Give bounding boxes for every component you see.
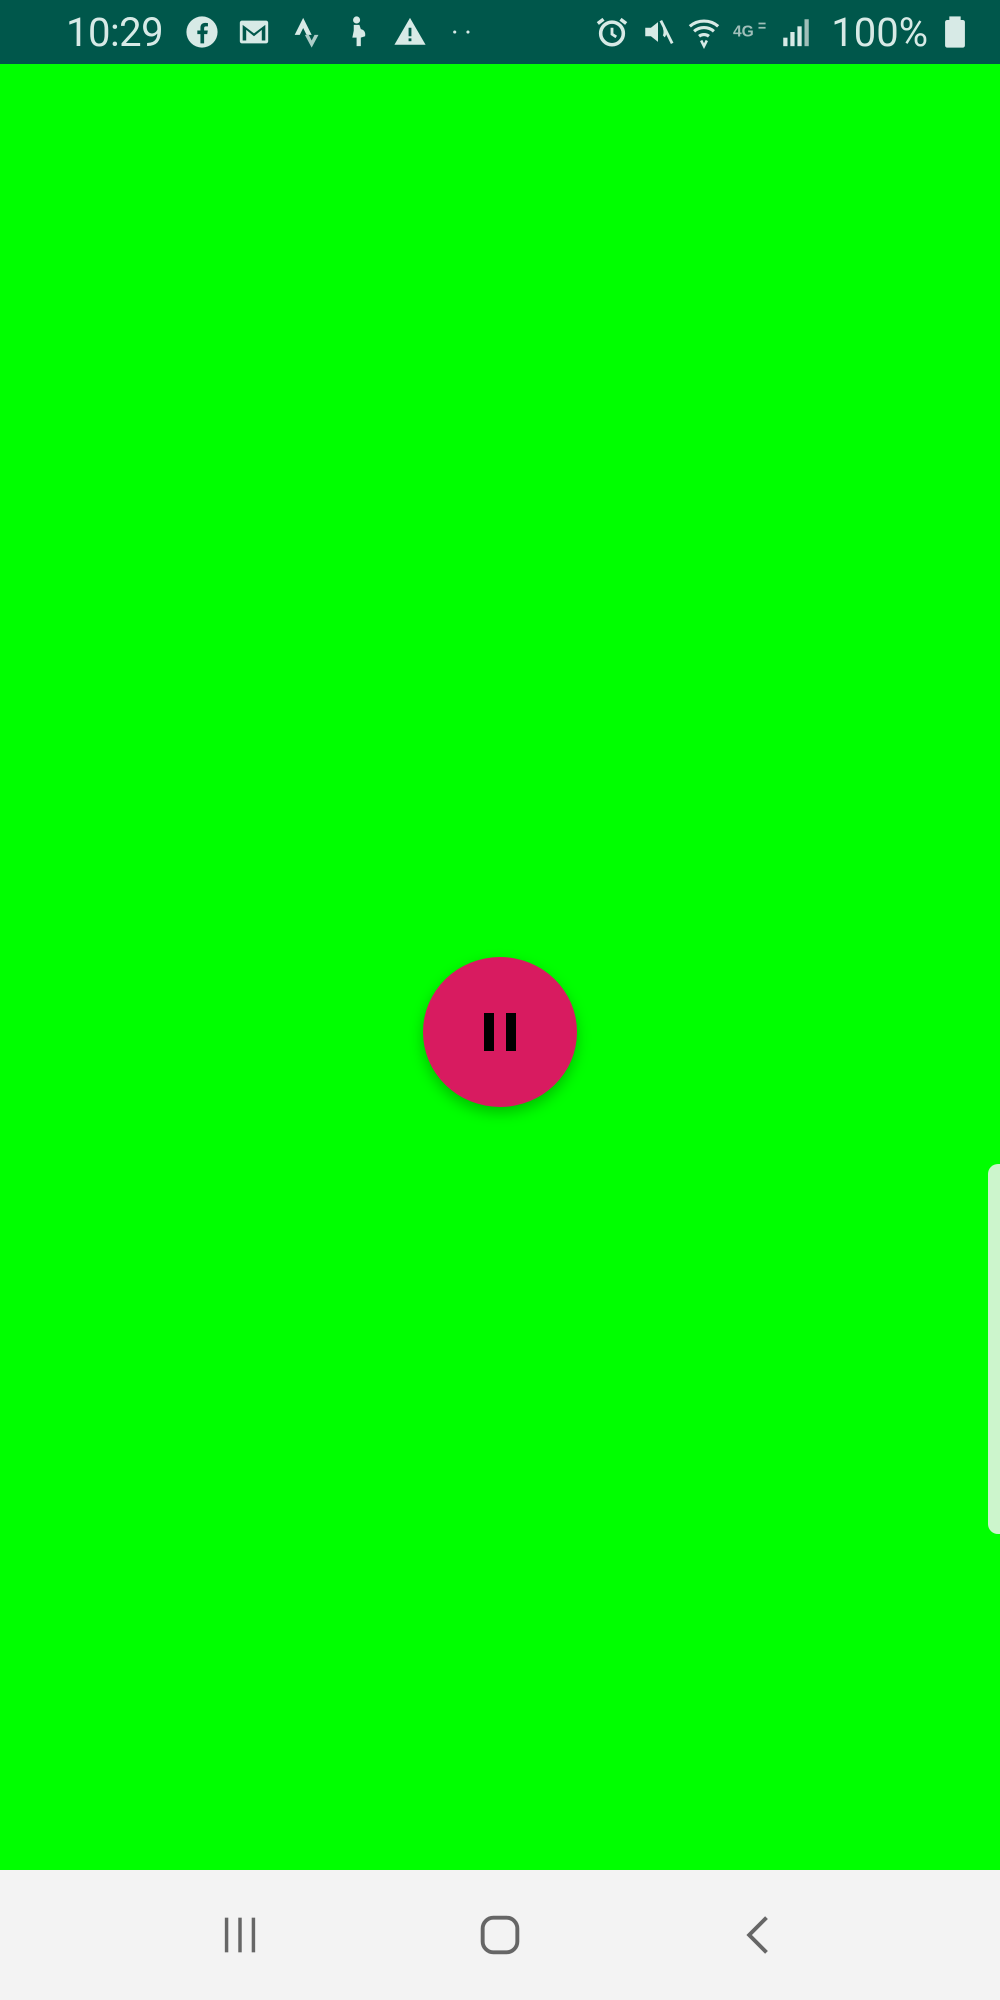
pause-button[interactable] — [423, 957, 577, 1107]
main-canvas[interactable] — [0, 64, 1000, 1870]
back-icon — [746, 1916, 768, 1954]
svg-text:4G: 4G — [733, 23, 754, 40]
recent-apps-button[interactable] — [208, 1903, 272, 1967]
wifi-icon — [687, 15, 721, 49]
battery-percentage: 100% — [831, 8, 928, 56]
pregnancy-app-icon — [341, 15, 375, 49]
recent-apps-icon — [224, 1917, 256, 1953]
edge-panel-handle[interactable] — [988, 1164, 1000, 1534]
back-button[interactable] — [728, 1903, 792, 1967]
status-bar: 10:29 ·· 4G 100% — [0, 0, 1000, 64]
signal-icon — [779, 15, 813, 49]
home-button[interactable] — [468, 1903, 532, 1967]
more-notifications-indicator: ·· — [451, 15, 478, 49]
status-right-group: 4G 100% — [595, 9, 972, 56]
status-time: 10:29 — [66, 8, 164, 56]
mute-icon — [641, 15, 675, 49]
gmail-icon — [237, 15, 271, 49]
alarm-icon — [595, 15, 629, 49]
warning-icon — [393, 15, 427, 49]
strava-icon — [289, 15, 323, 49]
battery-icon — [938, 15, 972, 49]
home-icon — [480, 1915, 520, 1955]
4g-icon: 4G — [733, 15, 767, 49]
pause-icon — [484, 1013, 516, 1051]
navigation-bar — [0, 1870, 1000, 2000]
status-left-group: 10:29 ·· — [66, 9, 478, 56]
facebook-icon — [185, 15, 219, 49]
